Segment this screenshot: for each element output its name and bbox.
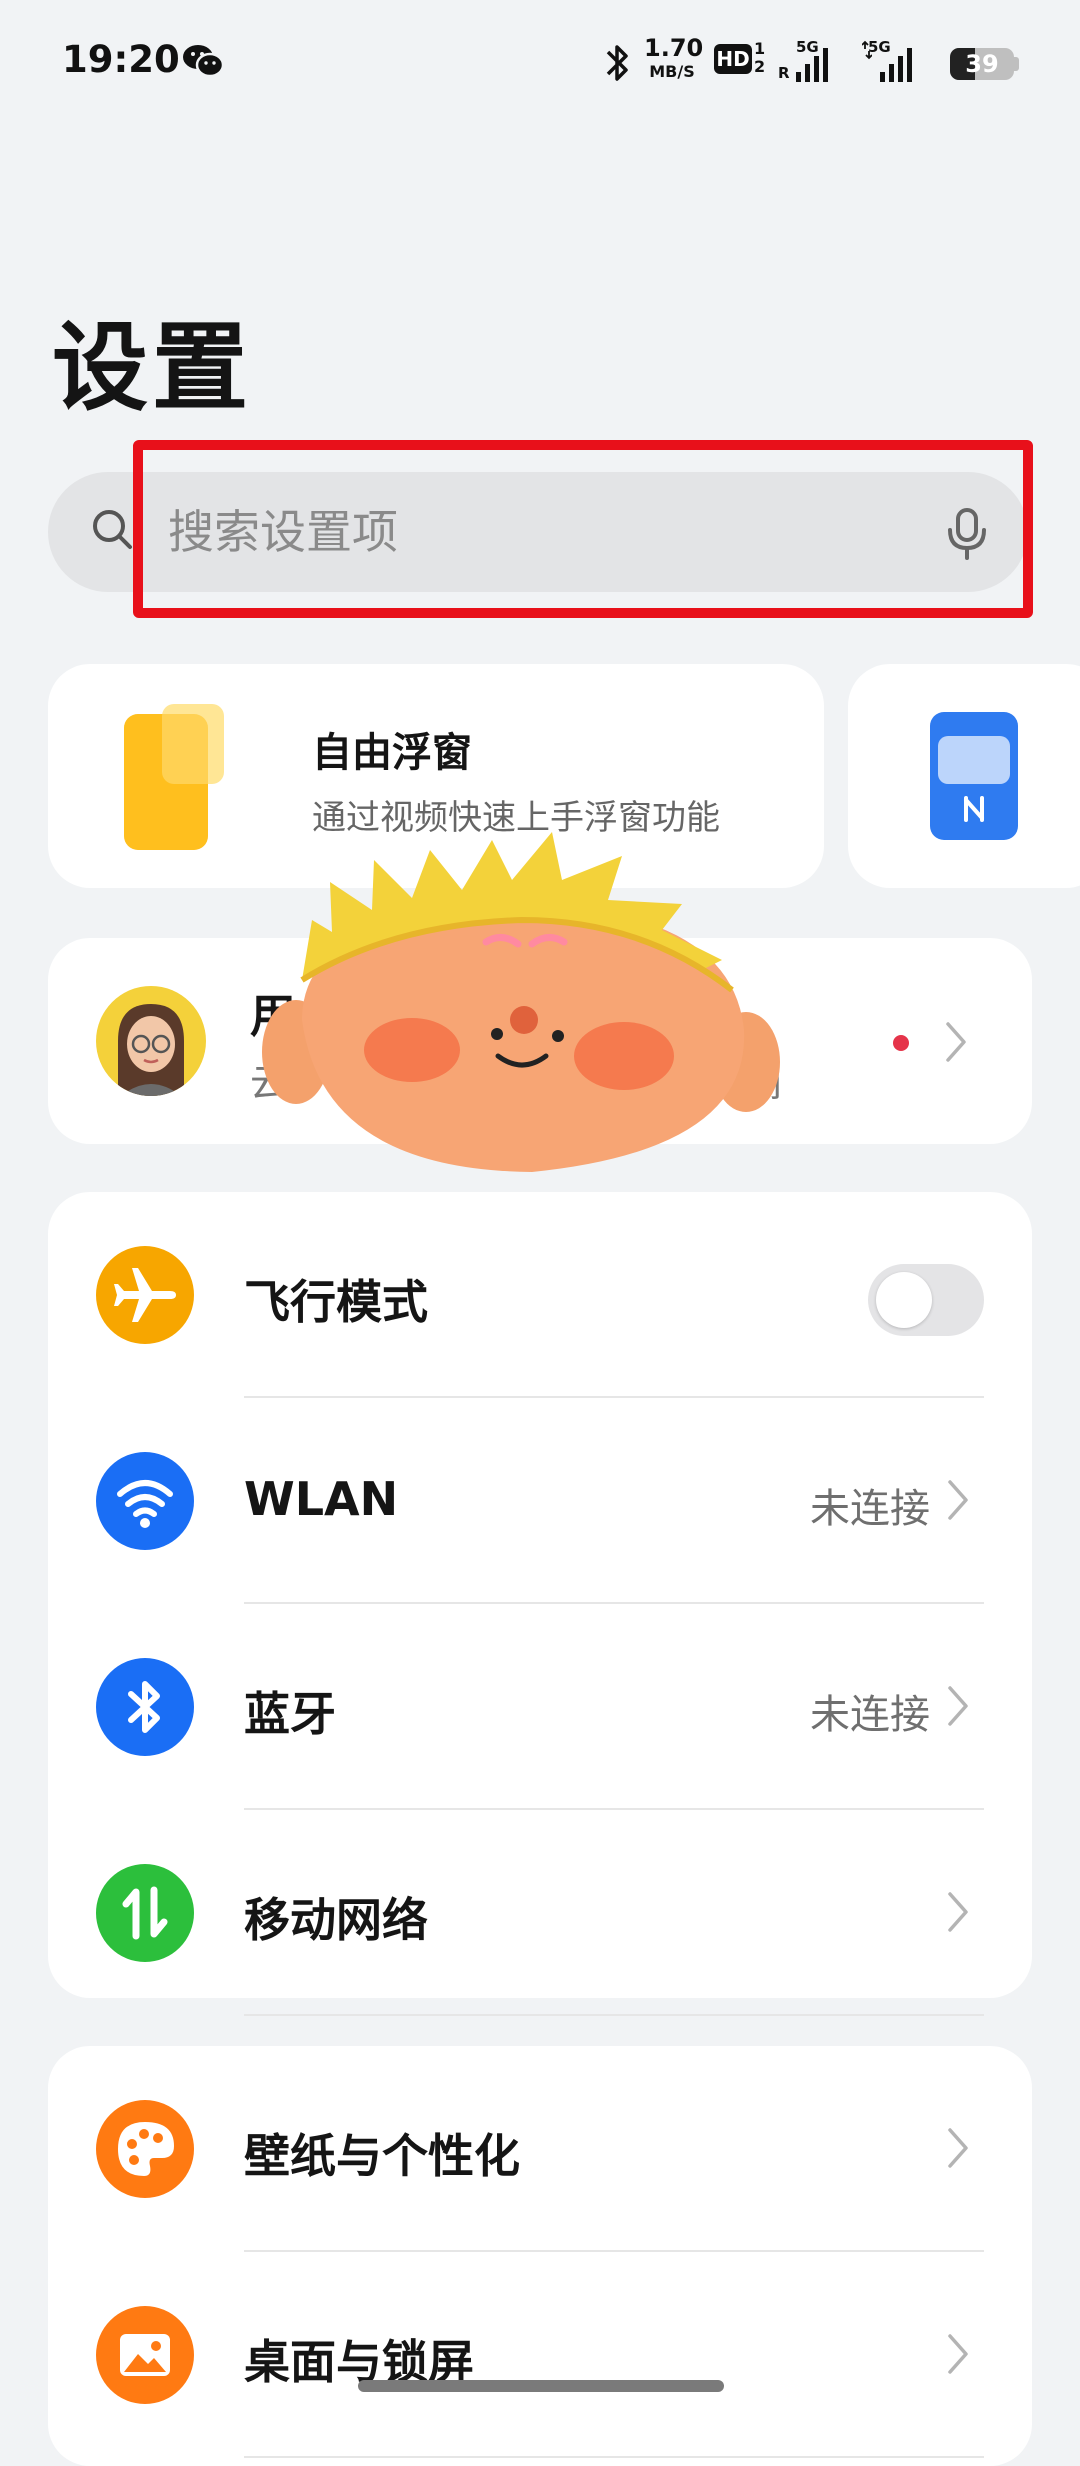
chevron-right-icon	[948, 1480, 968, 1520]
float-window-icon	[124, 704, 224, 850]
net-speed-unit: MB/S	[649, 62, 695, 81]
net-speed-value: 1.70	[644, 34, 704, 62]
page-title: 设置	[52, 312, 252, 424]
home-indicator[interactable]	[358, 2380, 724, 2392]
airplane-mode-toggle[interactable]	[868, 1264, 984, 1336]
row-divider	[244, 2456, 984, 2458]
cartoon-face-sticker	[262, 832, 780, 1172]
settings-row-display-1[interactable]: 桌面与锁屏	[48, 2276, 1032, 2458]
avatar	[96, 986, 206, 1096]
sim2-signal-icon: 5G	[862, 38, 914, 84]
palette-icon	[96, 2100, 194, 2198]
notification-dot	[893, 1035, 909, 1051]
chevron-right-icon	[948, 1892, 968, 1932]
sim1-signal-icon: 5G R	[778, 38, 830, 84]
settings-row-label: 蓝牙	[244, 1687, 336, 1741]
search-icon	[93, 510, 132, 549]
settings-group-connectivity: 飞行模式WLAN未连接蓝牙未连接移动网络连接与共享	[48, 1192, 1032, 2168]
row-divider	[244, 1396, 984, 1398]
image-icon	[96, 2306, 194, 2404]
hd-voice-badge: HD	[714, 44, 752, 74]
settings-row-value: 未连接	[810, 1692, 930, 1738]
settings-row-label: 飞行模式	[244, 1275, 428, 1329]
hd-sub-bottom: 2	[754, 57, 766, 76]
chevron-right-icon	[948, 1686, 968, 1726]
airplane-icon	[96, 1246, 194, 1344]
battery-icon: 39	[950, 48, 1014, 80]
row-divider	[244, 1602, 984, 1604]
battery-tip	[1014, 57, 1019, 71]
row-divider	[244, 2014, 984, 2016]
settings-row-display-0[interactable]: 壁纸与个性化	[48, 2070, 1032, 2252]
settings-row-value: 未连接	[810, 1486, 930, 1532]
nfc-card-icon	[930, 712, 1018, 840]
chevron-right-icon	[948, 2128, 968, 2168]
hd-sub-top: 1	[754, 39, 766, 58]
highlight-annotation-box	[133, 440, 1033, 618]
mobile-data-icon	[96, 1864, 194, 1962]
bluetooth-icon	[96, 1658, 194, 1756]
hd-sim-index: 1 2	[754, 40, 765, 76]
settings-row-connect-2[interactable]: 蓝牙 未连接	[48, 1628, 1032, 1810]
settings-row-connect-0[interactable]: 飞行模式	[48, 1216, 1032, 1398]
network-speed: 1.70 MB/S	[644, 34, 704, 83]
status-bar: 19:20 1.70 MB/S HD 1 2 5G R 5G 39	[0, 0, 1080, 125]
settings-row-connect-1[interactable]: WLAN 未连接	[48, 1422, 1032, 1604]
row-divider	[244, 2250, 984, 2252]
chevron-right-icon	[946, 1022, 966, 1062]
bluetooth-status-icon	[606, 45, 628, 81]
battery-level: 39	[965, 50, 999, 78]
status-time: 19:20	[62, 38, 180, 81]
float-window-title: 自由浮窗	[312, 730, 472, 776]
chevron-right-icon	[948, 2334, 968, 2374]
wifi-icon	[96, 1452, 194, 1550]
settings-row-label: WLAN	[244, 1472, 399, 1526]
settings-row-label: 移动网络	[244, 1893, 428, 1947]
sim1-roaming: R	[778, 64, 790, 82]
wechat-icon	[183, 45, 224, 78]
settings-row-label: 壁纸与个性化	[244, 2129, 520, 2183]
settings-row-connect-3[interactable]: 移动网络	[48, 1834, 1032, 2016]
row-divider	[244, 1808, 984, 1810]
settings-group-personalization: 壁纸与个性化桌面与锁屏	[48, 2046, 1032, 2466]
toggle-knob	[876, 1272, 932, 1328]
